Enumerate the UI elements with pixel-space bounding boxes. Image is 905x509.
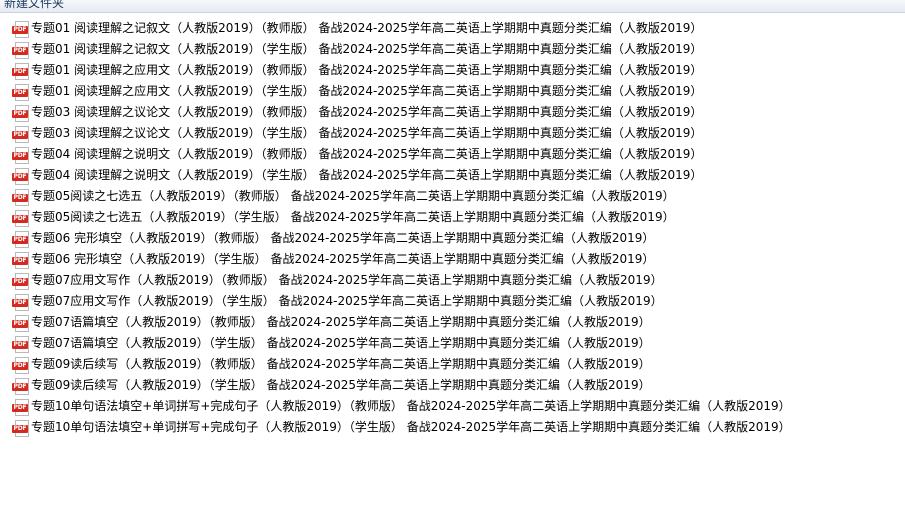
file-name: 专题05阅读之七选五（人教版2019）（学生版） 备战2024-2025学年高二… bbox=[31, 210, 675, 224]
file-name: 专题05阅读之七选五（人教版2019）（教师版） 备战2024-2025学年高二… bbox=[31, 189, 675, 203]
pdf-icon: PDF bbox=[12, 20, 29, 38]
file-name: 专题01 阅读理解之记叙文（人教版2019）（学生版） 备战2024-2025学… bbox=[31, 42, 703, 56]
file-name: 专题06 完形填空（人教版2019）（教师版） 备战2024-2025学年高二英… bbox=[31, 231, 655, 245]
pdf-icon: PDF bbox=[12, 272, 29, 290]
pdf-icon: PDF bbox=[12, 167, 29, 185]
file-name: 专题03 阅读理解之议论文（人教版2019）（教师版） 备战2024-2025学… bbox=[31, 105, 703, 119]
file-item[interactable]: PDF 专题07应用文写作（人教版2019）（教师版） 备战2024-2025学年… bbox=[0, 270, 905, 291]
file-name: 专题09读后续写（人教版2019）（学生版） 备战2024-2025学年高二英语… bbox=[31, 378, 651, 392]
file-item[interactable]: PDF 专题09读后续写（人教版2019）（教师版） 备战2024-2025学年高… bbox=[0, 354, 905, 375]
pdf-icon: PDF bbox=[12, 62, 29, 80]
folder-header: 新建文件夹 bbox=[0, 0, 905, 13]
file-item[interactable]: PDF 专题10单句语法填空+单词拼写+完成句子（人教版2019）（教师版） 备战… bbox=[0, 396, 905, 417]
pdf-icon: PDF bbox=[12, 377, 29, 395]
file-name: 专题06 完形填空（人教版2019）（学生版） 备战2024-2025学年高二英… bbox=[31, 252, 655, 266]
pdf-icon: PDF bbox=[12, 335, 29, 353]
file-name: 专题01 阅读理解之应用文（人教版2019）（教师版） 备战2024-2025学… bbox=[31, 63, 703, 77]
pdf-icon: PDF bbox=[12, 356, 29, 374]
file-name: 专题04 阅读理解之说明文（人教版2019）（学生版） 备战2024-2025学… bbox=[31, 168, 703, 182]
file-item[interactable]: PDF 专题04 阅读理解之说明文（人教版2019）（教师版） 备战2024-20… bbox=[0, 144, 905, 165]
file-name: 专题09读后续写（人教版2019）（教师版） 备战2024-2025学年高二英语… bbox=[31, 357, 651, 371]
pdf-icon: PDF bbox=[12, 188, 29, 206]
pdf-icon: PDF bbox=[12, 293, 29, 311]
file-list: PDF 专题01 阅读理解之记叙文（人教版2019）（教师版） 备战2024-20… bbox=[0, 18, 905, 438]
file-item[interactable]: PDF 专题01 阅读理解之记叙文（人教版2019）（学生版） 备战2024-20… bbox=[0, 39, 905, 60]
pdf-icon: PDF bbox=[12, 209, 29, 227]
folder-title: 新建文件夹 bbox=[4, 0, 65, 10]
file-item[interactable]: PDF 专题07语篇填空（人教版2019）（教师版） 备战2024-2025学年高… bbox=[0, 312, 905, 333]
file-item[interactable]: PDF 专题03 阅读理解之议论文（人教版2019）（教师版） 备战2024-20… bbox=[0, 102, 905, 123]
file-item[interactable]: PDF 专题04 阅读理解之说明文（人教版2019）（学生版） 备战2024-20… bbox=[0, 165, 905, 186]
file-item[interactable]: PDF 专题07应用文写作（人教版2019）（学生版） 备战2024-2025学年… bbox=[0, 291, 905, 312]
file-name: 专题04 阅读理解之说明文（人教版2019）（教师版） 备战2024-2025学… bbox=[31, 147, 703, 161]
pdf-icon: PDF bbox=[12, 104, 29, 122]
file-item[interactable]: PDF 专题01 阅读理解之记叙文（人教版2019）（教师版） 备战2024-20… bbox=[0, 18, 905, 39]
file-name: 专题01 阅读理解之记叙文（人教版2019）（教师版） 备战2024-2025学… bbox=[31, 21, 703, 35]
file-item[interactable]: PDF 专题06 完形填空（人教版2019）（教师版） 备战2024-2025学年… bbox=[0, 228, 905, 249]
file-item[interactable]: PDF 专题09读后续写（人教版2019）（学生版） 备战2024-2025学年高… bbox=[0, 375, 905, 396]
file-item[interactable]: PDF 专题10单句语法填空+单词拼写+完成句子（人教版2019）（学生版） 备战… bbox=[0, 417, 905, 438]
file-name: 专题07语篇填空（人教版2019）（学生版） 备战2024-2025学年高二英语… bbox=[31, 336, 651, 350]
pdf-icon: PDF bbox=[12, 251, 29, 269]
file-name: 专题03 阅读理解之议论文（人教版2019）（学生版） 备战2024-2025学… bbox=[31, 126, 703, 140]
file-item[interactable]: PDF 专题01 阅读理解之应用文（人教版2019）（学生版） 备战2024-20… bbox=[0, 81, 905, 102]
file-item[interactable]: PDF 专题03 阅读理解之议论文（人教版2019）（学生版） 备战2024-20… bbox=[0, 123, 905, 144]
pdf-icon: PDF bbox=[12, 83, 29, 101]
file-item[interactable]: PDF 专题01 阅读理解之应用文（人教版2019）（教师版） 备战2024-20… bbox=[0, 60, 905, 81]
file-name: 专题07应用文写作（人教版2019）（学生版） 备战2024-2025学年高二英… bbox=[31, 294, 663, 308]
file-item[interactable]: PDF 专题07语篇填空（人教版2019）（学生版） 备战2024-2025学年高… bbox=[0, 333, 905, 354]
file-name: 专题10单句语法填空+单词拼写+完成句子（人教版2019）（教师版） 备战202… bbox=[31, 399, 791, 413]
pdf-icon: PDF bbox=[12, 314, 29, 332]
file-item[interactable]: PDF 专题05阅读之七选五（人教版2019）（学生版） 备战2024-2025学… bbox=[0, 207, 905, 228]
pdf-icon: PDF bbox=[12, 125, 29, 143]
file-name: 专题07语篇填空（人教版2019）（教师版） 备战2024-2025学年高二英语… bbox=[31, 315, 651, 329]
pdf-icon: PDF bbox=[12, 230, 29, 248]
pdf-icon: PDF bbox=[12, 146, 29, 164]
pdf-icon: PDF bbox=[12, 398, 29, 416]
file-item[interactable]: PDF 专题06 完形填空（人教版2019）（学生版） 备战2024-2025学年… bbox=[0, 249, 905, 270]
file-item[interactable]: PDF 专题05阅读之七选五（人教版2019）（教师版） 备战2024-2025学… bbox=[0, 186, 905, 207]
file-name: 专题01 阅读理解之应用文（人教版2019）（学生版） 备战2024-2025学… bbox=[31, 84, 703, 98]
pdf-icon: PDF bbox=[12, 419, 29, 437]
pdf-icon: PDF bbox=[12, 41, 29, 59]
file-name: 专题07应用文写作（人教版2019）（教师版） 备战2024-2025学年高二英… bbox=[31, 273, 663, 287]
file-name: 专题10单句语法填空+单词拼写+完成句子（人教版2019）（学生版） 备战202… bbox=[31, 420, 791, 434]
